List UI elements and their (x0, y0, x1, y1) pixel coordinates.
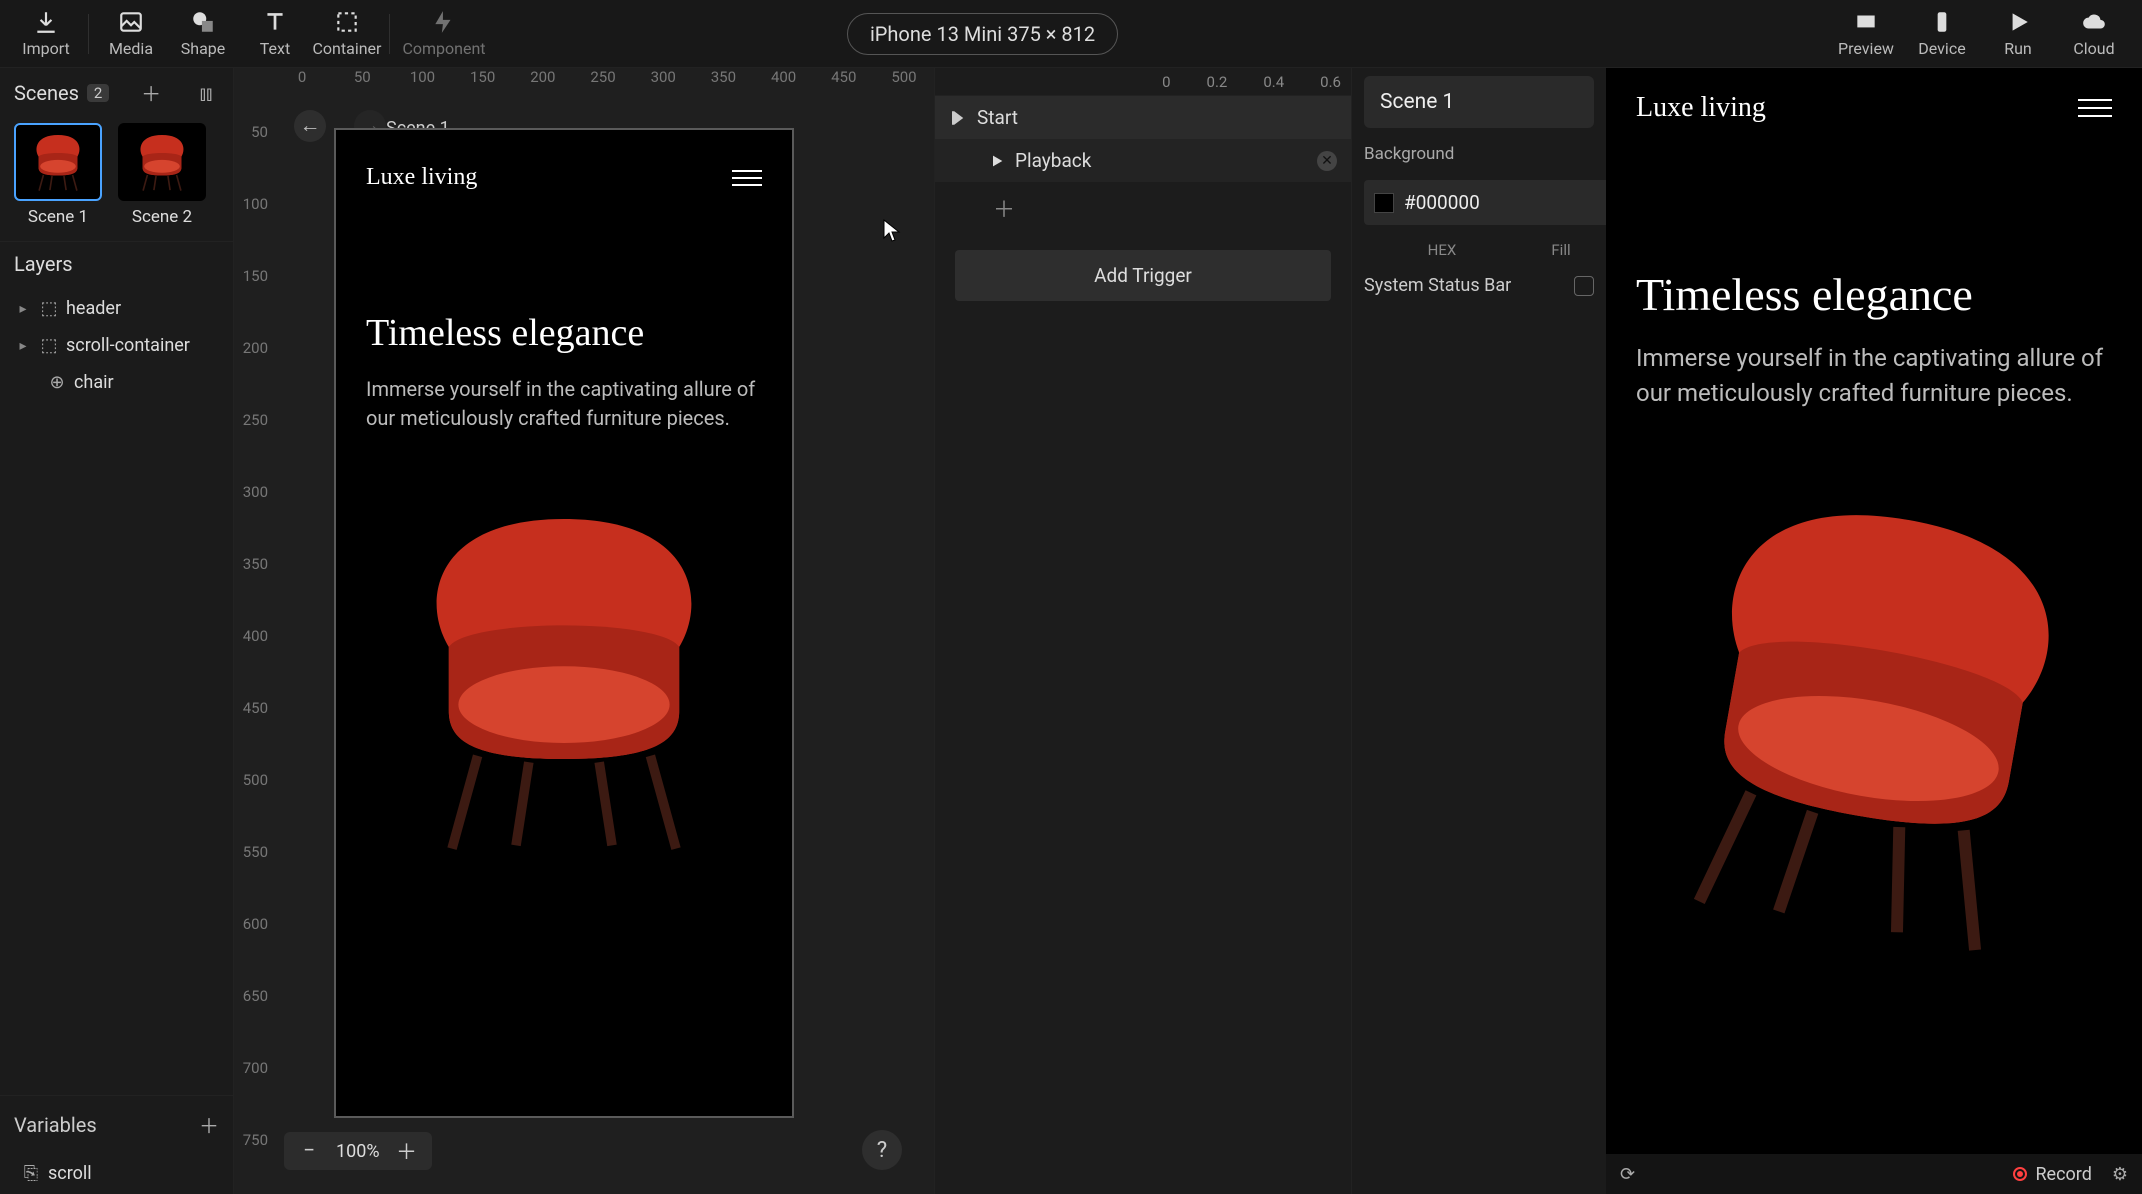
preview-brand: Luxe living (1636, 92, 1766, 124)
scenes-count-badge: 2 (87, 84, 109, 102)
shape-button[interactable]: Shape (167, 3, 239, 65)
preview-footer: ⟳ Record ⚙ (1606, 1154, 2142, 1194)
timeline-add-action[interactable]: ＋ (935, 182, 1351, 234)
canvas-size-select[interactable]: iPhone 13 Mini 375 × 812 (847, 13, 1118, 55)
add-variable-button[interactable]: ＋ (199, 1110, 219, 1139)
color-swatch[interactable] (1374, 193, 1394, 213)
ruler-horizontal: 050100150200250300350400450500 (272, 68, 934, 96)
system-status-checkbox[interactable] (1574, 276, 1594, 296)
zoom-value[interactable]: 100% (336, 1141, 380, 1162)
globe-icon: ⊕ (46, 372, 68, 393)
top-toolbar: Import Media Shape Text Container Compon… (0, 0, 2142, 68)
container-icon: ⬚ (38, 335, 60, 356)
record-icon (2013, 1167, 2027, 1181)
scene-thumb-1[interactable]: Scene 1 (14, 123, 102, 227)
help-button[interactable]: ? (862, 1130, 902, 1170)
media-button[interactable]: Media (95, 3, 167, 65)
preview-subtitle: Immerse yourself in the captivating allu… (1606, 335, 2142, 417)
container-button[interactable]: Container (311, 3, 383, 65)
scene-name-field[interactable]: Scene 1 (1364, 76, 1594, 128)
device-frame[interactable]: Luxe living Timeless elegance Immerse yo… (334, 128, 794, 1118)
import-button[interactable]: Import (10, 3, 82, 65)
variable-scroll[interactable]: ⎘ scroll (0, 1153, 233, 1194)
scene-thumb-2[interactable]: Scene 2 (118, 123, 206, 227)
record-button[interactable]: Record (2013, 1164, 2091, 1185)
layers-header: Layers (0, 241, 233, 286)
ruler-vertical: 5010015020025030035040045050055060065070… (234, 96, 272, 1194)
chair-image[interactable] (336, 503, 792, 855)
hero-title: Timeless elegance (336, 201, 792, 365)
system-status-row: System Status Bar (1364, 275, 1594, 296)
container-icon: ⬚ (38, 298, 60, 319)
zoom-in-button[interactable]: ＋ (396, 1136, 418, 1166)
layer-chair[interactable]: ⊕ chair (0, 364, 233, 401)
preview-hamburger-icon[interactable] (2078, 93, 2112, 123)
scene-settings-button[interactable]: ⫾⫾ (193, 81, 219, 105)
canvas-area[interactable]: 050100150200250300350400450500 501001502… (234, 68, 934, 1194)
timeline-ruler: 00.20.40.6 (935, 68, 1351, 96)
timeline-panel: 00.20.40.6 Start Playback ✕ ＋ Add Trigge… (934, 68, 1352, 1194)
nav-back-button[interactable]: ← (294, 110, 326, 142)
inspector-panel: Scene 1 Background ⇄ 100 HEX Fill System… (1352, 68, 1606, 1194)
background-label: Background (1364, 144, 1594, 164)
brand-text: Luxe living (366, 164, 477, 191)
zoom-out-button[interactable]: − (298, 1139, 320, 1163)
add-trigger-button[interactable]: Add Trigger (955, 250, 1331, 301)
layer-scroll-container[interactable]: ▸⬚ scroll-container (0, 327, 233, 364)
preview-settings-button[interactable]: ⚙ (2112, 1164, 2128, 1185)
text-button[interactable]: Text (239, 3, 311, 65)
device-button[interactable]: Device (1904, 3, 1980, 65)
timeline-playback-row[interactable]: Playback ✕ (935, 139, 1351, 182)
preview-chair-image (1572, 453, 2142, 979)
refresh-button[interactable]: ⟳ (1620, 1164, 1635, 1185)
live-preview: Luxe living Timeless elegance Immerse yo… (1606, 68, 2142, 1194)
timeline-start-row[interactable]: Start (935, 96, 1351, 139)
component-button[interactable]: Component (396, 3, 492, 65)
cloud-button[interactable]: Cloud (2056, 3, 2132, 65)
left-panel: Scenes 2 ＋ ⫾⫾ Scene 1 Scene 2 Layers ▸⬚ … (0, 68, 234, 1194)
preview-title: Timeless elegance (1606, 148, 2142, 335)
zoom-control: − 100% ＋ (284, 1132, 432, 1170)
layer-header[interactable]: ▸⬚ header (0, 290, 233, 327)
hero-subtitle: Immerse yourself in the captivating allu… (336, 365, 792, 443)
remove-action-button[interactable]: ✕ (1317, 151, 1337, 171)
hamburger-icon[interactable] (732, 165, 762, 191)
run-button[interactable]: Run (1980, 3, 2056, 65)
variables-header: Variables ＋ (0, 1096, 233, 1153)
preview-button[interactable]: Preview (1828, 3, 1904, 65)
variable-icon: ⎘ (20, 1163, 42, 1184)
